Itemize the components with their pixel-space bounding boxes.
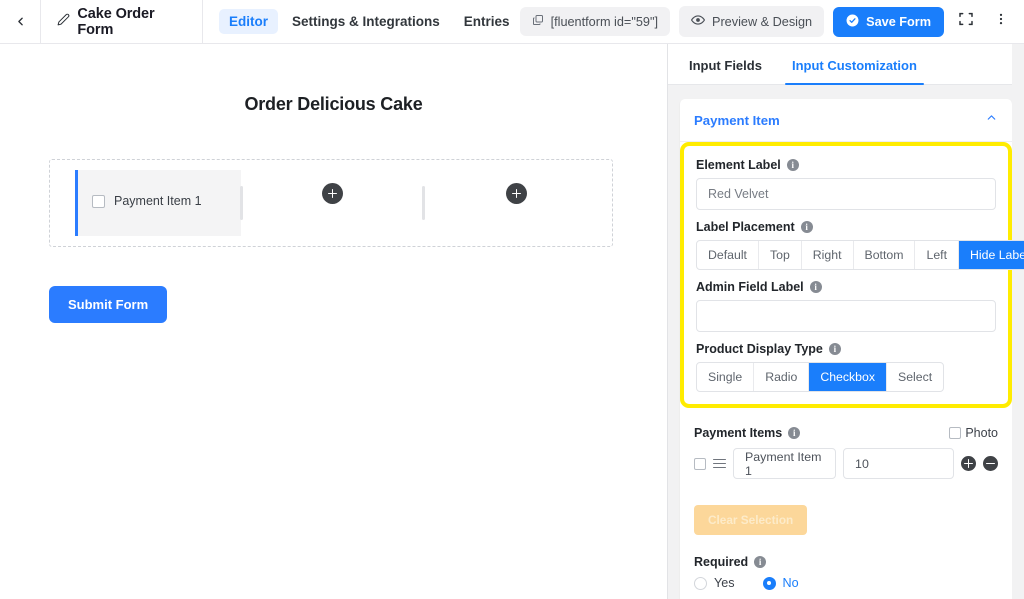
- panel-scrollbar[interactable]: [1012, 44, 1024, 599]
- add-field-button-2[interactable]: [506, 183, 527, 204]
- canvas-field-row: Payment Item 1: [49, 159, 613, 247]
- canvas-payment-item-field[interactable]: Payment Item 1: [75, 170, 241, 236]
- shortcode-chip[interactable]: [fluentform id="59"]: [519, 7, 670, 36]
- label-placement-option-hide-label[interactable]: Hide Label: [959, 241, 1024, 269]
- payment-item-checkbox[interactable]: [92, 194, 105, 208]
- eye-icon: [690, 13, 706, 30]
- shortcode-text: [fluentform id="59"]: [550, 14, 658, 29]
- product-display-type-group: Single Radio Checkbox Select: [696, 362, 945, 392]
- pencil-icon: [57, 13, 70, 31]
- form-title-group[interactable]: Cake Order Form: [41, 0, 204, 43]
- product-display-option-radio[interactable]: Radio: [754, 363, 810, 391]
- check-circle-icon: [846, 14, 859, 30]
- tab-editor[interactable]: Editor: [219, 9, 279, 34]
- tab-input-fields[interactable]: Input Fields: [682, 58, 769, 84]
- label-placement-option-default[interactable]: Default: [697, 241, 759, 269]
- product-display-type-label: Product Display Type i: [696, 342, 996, 356]
- label-placement-option-right[interactable]: Right: [802, 241, 854, 269]
- label-placement-option-left[interactable]: Left: [915, 241, 959, 269]
- payment-item-name-input[interactable]: Payment Item 1: [733, 448, 837, 479]
- payment-items-header: Payment Items i Photo: [694, 426, 998, 440]
- preview-design-button[interactable]: Preview & Design: [678, 6, 825, 37]
- column-resize-handle-2[interactable]: [422, 186, 425, 220]
- settings-panel: Input Fields Input Customization Payment…: [667, 44, 1024, 599]
- required-option-no[interactable]: No: [762, 576, 799, 590]
- element-label-label: Element Label i: [696, 158, 996, 172]
- tab-settings-integrations[interactable]: Settings & Integrations: [282, 9, 450, 34]
- add-field-button-1[interactable]: [322, 183, 343, 204]
- photo-label: Photo: [965, 426, 998, 440]
- payment-items-section: Payment Items i Photo Payment Item 1 10: [680, 408, 1012, 599]
- product-display-option-checkbox[interactable]: Checkbox: [809, 363, 888, 391]
- info-icon[interactable]: i: [788, 427, 801, 439]
- label-placement-option-top[interactable]: Top: [759, 241, 802, 269]
- preview-design-label: Preview & Design: [711, 14, 813, 29]
- payment-item-settings-card: Payment Item Element Label i Red Velvet …: [680, 99, 1024, 599]
- required-yes-label: Yes: [714, 576, 735, 590]
- page-title: Cake Order Form: [77, 5, 155, 38]
- form-canvas: Order Delicious Cake Payment Item 1 Subm…: [0, 44, 667, 599]
- more-options-button[interactable]: [988, 9, 1014, 35]
- radio-icon-no[interactable]: [762, 576, 776, 590]
- info-icon[interactable]: i: [786, 159, 799, 171]
- required-no-label: No: [782, 576, 799, 590]
- back-button[interactable]: [0, 0, 42, 43]
- admin-field-label-label: Admin Field Label i: [696, 280, 996, 294]
- info-icon[interactable]: i: [754, 556, 767, 568]
- save-form-label: Save Form: [866, 14, 931, 29]
- info-icon[interactable]: i: [828, 343, 841, 355]
- submit-form-button[interactable]: Submit Form: [49, 286, 168, 323]
- clear-selection-button[interactable]: Clear Selection: [694, 505, 808, 535]
- product-display-option-select[interactable]: Select: [887, 363, 943, 391]
- panel-tab-strip: Input Fields Input Customization: [668, 44, 1024, 85]
- required-radio-group: Yes No: [694, 576, 998, 590]
- payment-item-row: Payment Item 1 10: [694, 448, 998, 479]
- element-label-input[interactable]: Red Velvet: [696, 178, 996, 210]
- card-header[interactable]: Payment Item: [680, 99, 1012, 142]
- tab-entries[interactable]: Entries: [454, 9, 520, 34]
- label-placement-label: Label Placement i: [696, 220, 996, 234]
- drag-handle-icon[interactable]: [713, 458, 726, 469]
- chevron-left-icon: [14, 15, 27, 28]
- admin-field-label-input[interactable]: [696, 300, 996, 332]
- required-option-yes[interactable]: Yes: [694, 576, 735, 590]
- radio-icon-yes[interactable]: [694, 576, 707, 590]
- payment-item-price-input[interactable]: 10: [843, 448, 954, 479]
- remove-payment-item-button[interactable]: [983, 456, 998, 471]
- save-form-button[interactable]: Save Form: [833, 6, 944, 37]
- info-icon[interactable]: i: [800, 221, 813, 233]
- toolbar-actions: [fluentform id="59"] Preview & Design Sa…: [519, 6, 1024, 37]
- highlighted-settings-region: Element Label i Red Velvet Label Placeme…: [680, 142, 1024, 408]
- card-title: Payment Item: [694, 112, 780, 128]
- fullscreen-button[interactable]: [953, 9, 979, 35]
- payment-item-row-checkbox[interactable]: [694, 457, 706, 470]
- more-vertical-icon: [994, 12, 1008, 31]
- product-display-option-single[interactable]: Single: [697, 363, 755, 391]
- copy-icon: [532, 14, 544, 29]
- chevron-up-icon[interactable]: [985, 111, 998, 129]
- payment-items-label: Payment Items i: [694, 426, 801, 440]
- info-icon[interactable]: i: [809, 281, 822, 293]
- photo-checkbox[interactable]: [949, 427, 962, 439]
- form-heading: Order Delicious Cake: [244, 94, 423, 114]
- fullscreen-icon: [958, 11, 974, 32]
- label-placement-group: Default Top Right Bottom Left Hide Label: [696, 240, 1024, 270]
- required-label: Required i: [694, 555, 998, 569]
- photo-toggle[interactable]: Photo: [949, 426, 998, 440]
- panel-body: Payment Item Element Label i Red Velvet …: [668, 85, 1024, 599]
- main-nav-tabs: Editor Settings & Integrations Entries: [219, 9, 520, 34]
- payment-item-label: Payment Item 1: [114, 194, 202, 208]
- top-toolbar: Cake Order Form Editor Settings & Integr…: [0, 0, 1024, 44]
- label-placement-option-bottom[interactable]: Bottom: [854, 241, 916, 269]
- add-payment-item-button[interactable]: [961, 456, 976, 471]
- tab-input-customization[interactable]: Input Customization: [784, 58, 924, 85]
- column-resize-handle-1[interactable]: [240, 186, 243, 220]
